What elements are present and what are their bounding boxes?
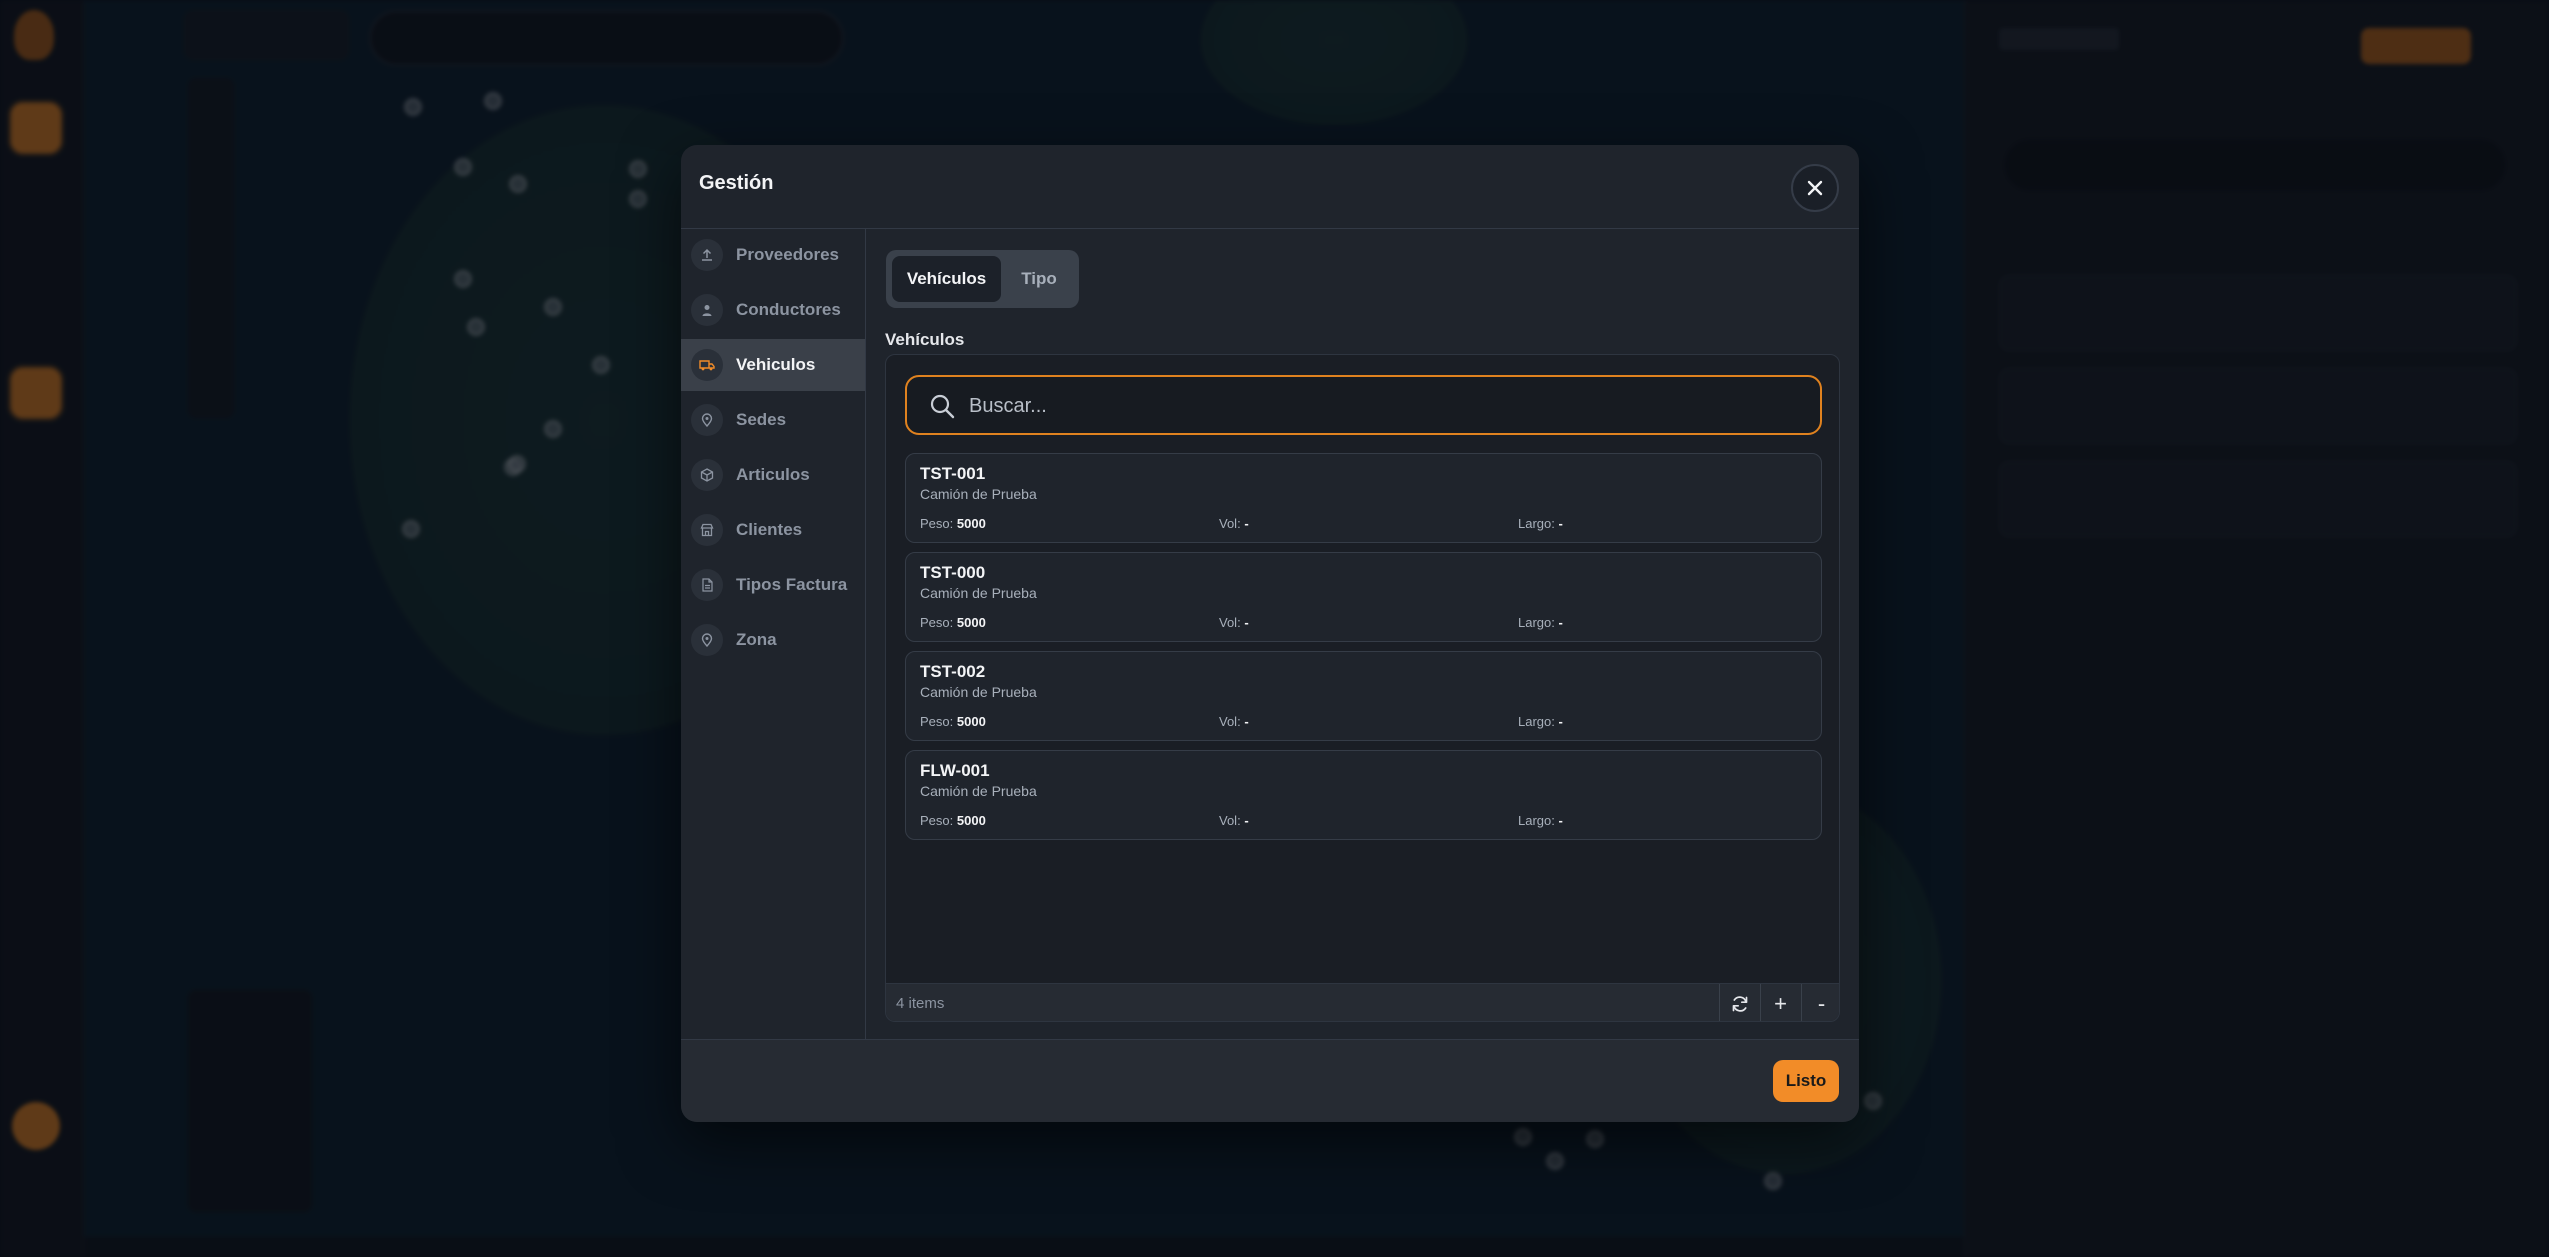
vehicle-type: Camión de Prueba: [920, 684, 1037, 700]
section-title: Vehículos: [885, 330, 965, 349]
modal-header: Gestión: [681, 145, 1859, 229]
length-value: -: [1558, 516, 1563, 531]
length-value: -: [1558, 615, 1563, 630]
sidebar-item-label: Articulos: [736, 465, 810, 484]
sidebar-item-zona[interactable]: Zona: [681, 614, 865, 666]
vehicle-volume: Vol: -: [1219, 615, 1249, 630]
tab-switcher: Vehículos Tipo: [886, 250, 1079, 308]
tab-tipo[interactable]: Tipo: [1006, 256, 1072, 302]
vehicle-length: Largo: -: [1518, 714, 1563, 729]
sidebar-item-proveedores[interactable]: Proveedores: [681, 229, 865, 281]
truck-icon: [691, 349, 723, 381]
vehicle-volume: Vol: -: [1219, 813, 1249, 828]
weight-label: Peso:: [920, 615, 954, 630]
modal-title: Gestión: [699, 172, 774, 194]
management-sidebar: Proveedores Conductores Vehiculos Sedes …: [681, 229, 866, 1039]
box-icon: [691, 459, 723, 491]
weight-value: 5000: [956, 615, 986, 630]
search-input[interactable]: [969, 389, 1799, 423]
length-label: Largo:: [1518, 516, 1555, 531]
weight-value: 5000: [956, 516, 986, 531]
vehicle-length: Largo: -: [1518, 516, 1563, 531]
weight-label: Peso:: [920, 813, 954, 828]
search-box: [905, 375, 1822, 435]
weight-value: 5000: [956, 813, 986, 828]
vehicle-volume: Vol: -: [1219, 516, 1249, 531]
sidebar-item-label: Clientes: [736, 520, 803, 539]
length-label: Largo:: [1518, 714, 1555, 729]
vehicle-type: Camión de Prueba: [920, 783, 1037, 799]
length-value: -: [1558, 813, 1563, 828]
sidebar-item-label: Vehiculos: [736, 355, 816, 374]
volume-label: Vol:: [1219, 516, 1241, 531]
management-content: Vehículos Tipo Vehículos TST-001 Camión …: [866, 229, 1859, 1039]
vehicle-length: Largo: -: [1518, 813, 1563, 828]
sidebar-item-articulos[interactable]: Articulos: [681, 449, 865, 501]
vehicle-code: TST-001: [920, 464, 986, 483]
tab-vehiculos[interactable]: Vehículos: [892, 256, 1001, 302]
vehicle-card[interactable]: TST-001 Camión de Prueba Peso: 5000 Vol:…: [905, 453, 1822, 543]
remove-button[interactable]: -: [1801, 984, 1839, 1021]
vehicle-volume: Vol: -: [1219, 714, 1249, 729]
upload-icon: [691, 239, 723, 271]
volume-value: -: [1244, 714, 1249, 729]
done-button[interactable]: Listo: [1773, 1060, 1839, 1102]
vehicle-card[interactable]: TST-002 Camión de Prueba Peso: 5000 Vol:…: [905, 651, 1822, 741]
sidebar-item-clientes[interactable]: Clientes: [681, 504, 865, 556]
refresh-icon: [1732, 996, 1747, 1012]
weight-label: Peso:: [920, 516, 954, 531]
vehicle-card[interactable]: TST-000 Camión de Prueba Peso: 5000 Vol:…: [905, 552, 1822, 642]
vehicle-code: TST-000: [920, 563, 986, 582]
sidebar-item-vehiculos[interactable]: Vehiculos: [681, 339, 865, 391]
add-button[interactable]: +: [1760, 984, 1800, 1021]
sidebar-item-label: Conductores: [736, 300, 841, 319]
volume-value: -: [1244, 813, 1249, 828]
location-pin-icon: [691, 404, 723, 436]
sidebar-item-label: Zona: [736, 630, 777, 649]
sidebar-item-sedes[interactable]: Sedes: [681, 394, 865, 446]
volume-label: Vol:: [1219, 813, 1241, 828]
sidebar-item-label: Proveedores: [736, 245, 839, 264]
length-label: Largo:: [1518, 813, 1555, 828]
length-value: -: [1558, 714, 1563, 729]
volume-label: Vol:: [1219, 714, 1241, 729]
user-icon: [691, 294, 723, 326]
vehicle-code: TST-002: [920, 662, 986, 681]
volume-value: -: [1244, 516, 1249, 531]
store-icon: [691, 514, 723, 546]
refresh-button[interactable]: [1719, 984, 1759, 1021]
vehicle-length: Largo: -: [1518, 615, 1563, 630]
sidebar-item-conductores[interactable]: Conductores: [681, 284, 865, 336]
weight-label: Peso:: [920, 714, 954, 729]
volume-label: Vol:: [1219, 615, 1241, 630]
close-button[interactable]: [1791, 164, 1839, 212]
items-count: 4 items: [896, 995, 945, 1012]
weight-value: 5000: [956, 714, 986, 729]
vehicle-code: FLW-001: [920, 761, 990, 780]
vehicle-weight: Peso: 5000: [920, 714, 986, 729]
document-icon: [691, 569, 723, 601]
vehicle-type: Camión de Prueba: [920, 486, 1037, 502]
vehicle-weight: Peso: 5000: [920, 516, 986, 531]
list-footer: 4 items + -: [886, 983, 1839, 1021]
close-icon: [1807, 180, 1823, 196]
volume-value: -: [1244, 615, 1249, 630]
management-modal: Gestión Proveedores Conductores Vehiculo…: [681, 145, 1859, 1122]
vehicle-weight: Peso: 5000: [920, 813, 986, 828]
length-label: Largo:: [1518, 615, 1555, 630]
vehicle-weight: Peso: 5000: [920, 615, 986, 630]
sidebar-item-label: Sedes: [736, 410, 787, 429]
search-icon: [930, 394, 955, 419]
vehicle-card[interactable]: FLW-001 Camión de Prueba Peso: 5000 Vol:…: [905, 750, 1822, 840]
vehicle-type: Camión de Prueba: [920, 585, 1037, 601]
location-pin-icon: [691, 624, 723, 656]
sidebar-item-tipos-factura[interactable]: Tipos Factura: [681, 559, 865, 611]
modal-footer: Listo: [681, 1039, 1859, 1122]
vehicle-list-panel: TST-001 Camión de Prueba Peso: 5000 Vol:…: [885, 354, 1840, 1022]
sidebar-item-label: Tipos Factura: [736, 575, 848, 594]
